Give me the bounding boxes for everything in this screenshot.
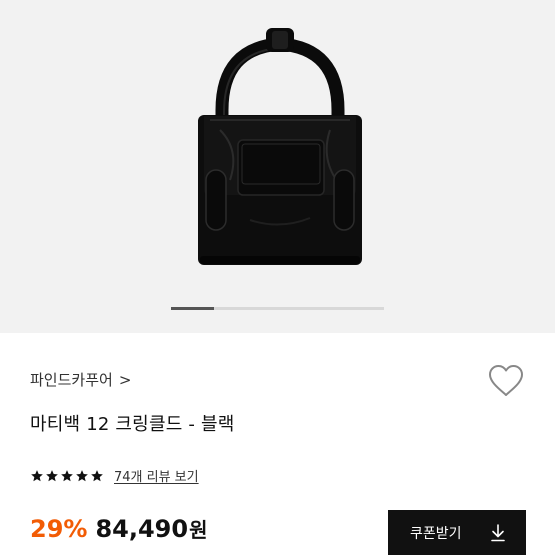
chevron-right-icon: > [118, 370, 132, 389]
heart-icon[interactable] [488, 364, 524, 398]
rating-row: 74개 리뷰 보기 [30, 466, 199, 485]
star-icon [31, 469, 43, 481]
coupon-download-button[interactable]: 쿠폰받기 [388, 510, 526, 555]
price-row: 29% 84,490 원 [30, 514, 207, 543]
sale-price: 84,490 [95, 515, 189, 543]
gallery-pager [171, 307, 384, 310]
product-image-gallery[interactable] [0, 0, 555, 333]
coupon-button-label: 쿠폰받기 [410, 525, 462, 542]
discount-rate: 29% [30, 515, 88, 543]
star-icon [91, 469, 103, 481]
brand-link[interactable]: 파인드카푸어 > [30, 369, 131, 390]
reviews-link[interactable]: 74개 리뷰 보기 [114, 466, 199, 485]
brand-name: 파인드카푸어 [30, 371, 113, 389]
star-icon [61, 469, 73, 481]
download-icon [491, 523, 505, 541]
gallery-pager-active [171, 307, 214, 310]
star-icon [76, 469, 88, 481]
star-icon [46, 469, 58, 481]
rating-stars [30, 469, 104, 483]
product-title: 마티백 12 크링클드 - 블랙 [30, 414, 235, 435]
handbag-image [198, 28, 362, 265]
currency-unit: 원 [189, 518, 208, 542]
